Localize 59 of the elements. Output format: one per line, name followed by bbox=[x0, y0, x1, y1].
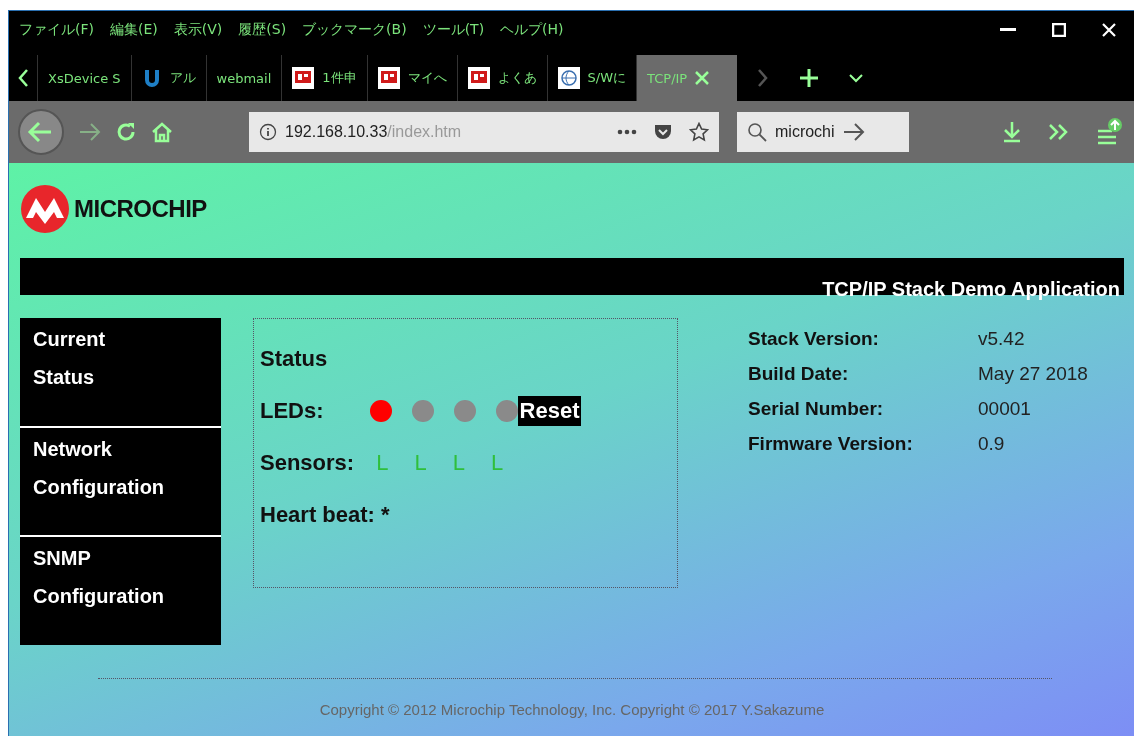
url-host: 192.168.10.33 bbox=[285, 123, 388, 141]
menu-item[interactable]: ブックマーク(B) bbox=[294, 21, 415, 39]
sidebar-link[interactable]: SNMP Configuration bbox=[20, 537, 221, 645]
menu-icon[interactable] bbox=[1096, 117, 1122, 147]
chevron-right-icon[interactable] bbox=[757, 68, 770, 88]
search-icon bbox=[747, 122, 767, 142]
menu-item[interactable]: ヘルプ(H) bbox=[492, 21, 572, 39]
chevron-down-icon[interactable] bbox=[849, 73, 864, 83]
back-icon[interactable] bbox=[17, 108, 65, 156]
sensor-value: L bbox=[452, 450, 465, 476]
envelope-icon bbox=[377, 67, 400, 89]
info-value: May 27 2018 bbox=[978, 363, 1088, 385]
sensors-label: Sensors: bbox=[260, 450, 355, 476]
sidebar-link[interactable]: Current Status bbox=[20, 318, 221, 428]
logo-text: MICROCHIP bbox=[74, 195, 207, 223]
info-label: Build Date: bbox=[748, 363, 850, 385]
shield-icon[interactable] bbox=[653, 122, 673, 142]
url-path: /index.htm bbox=[387, 123, 462, 141]
search-field[interactable]: microchi bbox=[737, 112, 909, 152]
status-heading: Status bbox=[260, 346, 328, 372]
heartbeat-label: Heart beat: bbox=[260, 502, 375, 528]
envelope-icon bbox=[292, 67, 315, 89]
logo-icon bbox=[20, 184, 70, 234]
heartbeat-value: * bbox=[380, 502, 390, 528]
sensor-value: L bbox=[376, 450, 389, 476]
star-icon[interactable] bbox=[689, 122, 709, 142]
minimize-icon[interactable] bbox=[1000, 28, 1016, 32]
envelope-icon bbox=[467, 67, 490, 89]
sensor-value: L bbox=[490, 450, 504, 476]
info-label: Firmware Version: bbox=[748, 433, 914, 455]
menu-item[interactable]: ファイル(F) bbox=[11, 21, 102, 39]
info-value: 00001 bbox=[978, 398, 1032, 420]
info-icon bbox=[259, 123, 277, 141]
menu-item[interactable]: ツール(T) bbox=[414, 21, 493, 39]
info-value: 0.9 bbox=[978, 433, 1006, 455]
globe-icon bbox=[557, 67, 580, 89]
reload-icon[interactable] bbox=[115, 121, 137, 143]
chevron-left-icon[interactable] bbox=[17, 68, 29, 88]
sensor-value: L bbox=[414, 450, 427, 476]
info-label: Stack Version: bbox=[748, 328, 880, 350]
maximize-icon[interactable] bbox=[1052, 23, 1066, 37]
more-icon[interactable] bbox=[617, 129, 637, 135]
reset-button[interactable]: Reset bbox=[517, 396, 582, 426]
banner-title: TCP/IP Stack Demo Application bbox=[822, 279, 1120, 299]
search-text: microchi bbox=[775, 123, 835, 141]
copyright-text: Copyright © 2012 Microchip Technology, Inc. Copyright © 2017 Y.Sakazume bbox=[318, 701, 826, 718]
info-value: v5.42 bbox=[978, 328, 1026, 350]
home-icon[interactable] bbox=[151, 121, 173, 143]
plus-icon[interactable] bbox=[799, 68, 820, 88]
info-label: Serial Number: bbox=[748, 398, 885, 420]
menu-item[interactable]: 表示(V) bbox=[165, 21, 231, 39]
address-field[interactable]: 192.168.10.33/index.htm bbox=[249, 112, 719, 152]
download-icon[interactable] bbox=[1002, 121, 1022, 143]
menu-item[interactable]: 履歴(S) bbox=[230, 21, 295, 39]
leds-label: LEDs: bbox=[260, 398, 324, 424]
arrow-right-icon[interactable] bbox=[842, 123, 865, 141]
menu-item[interactable]: 編集(E) bbox=[102, 21, 166, 39]
double-chevron-icon[interactable] bbox=[1048, 123, 1070, 141]
sidebar-link[interactable]: Network Configuration bbox=[20, 427, 221, 538]
